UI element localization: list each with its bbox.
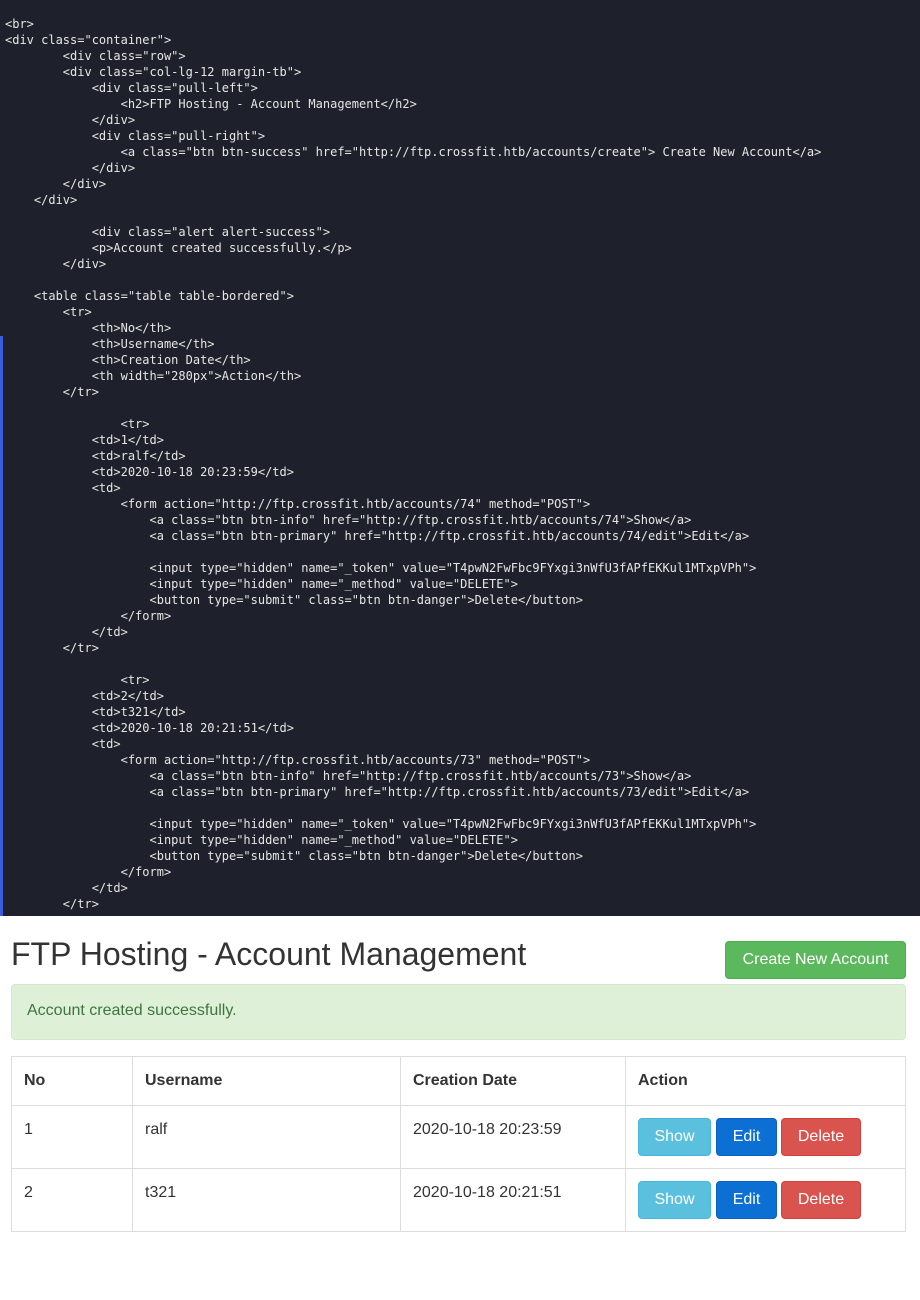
code-scope-indicator bbox=[0, 336, 3, 916]
page-title: FTP Hosting - Account Management bbox=[11, 936, 527, 972]
code-line: <button type="submit" class="btn btn-dan… bbox=[5, 593, 583, 607]
edit-button[interactable]: Edit bbox=[716, 1181, 777, 1219]
code-line: <div class="alert alert-success"> bbox=[5, 225, 331, 239]
code-line: </div> bbox=[5, 257, 107, 271]
code-line: <td>2020-10-18 20:23:59</td> bbox=[5, 465, 294, 479]
delete-button[interactable]: Delete bbox=[781, 1118, 861, 1156]
row-creation-date: 2020-10-18 20:21:51 bbox=[413, 1184, 562, 1201]
table-header-row: No Username Creation Date Action bbox=[12, 1057, 905, 1105]
row-username: ralf bbox=[145, 1121, 168, 1138]
code-line: <th>No</th> bbox=[5, 321, 172, 335]
code-line: <form action="http://ftp.crossfit.htb/ac… bbox=[5, 753, 591, 767]
code-line: <th>Creation Date</th> bbox=[5, 353, 251, 367]
code-line: <h2>FTP Hosting - Account Management</h2… bbox=[5, 97, 417, 111]
code-line: <th>Username</th> bbox=[5, 337, 215, 351]
code-line: <a class="btn btn-info" href="http://ftp… bbox=[5, 513, 692, 527]
delete-button[interactable]: Delete bbox=[781, 1181, 861, 1219]
edit-button[interactable]: Edit bbox=[716, 1118, 777, 1156]
code-line: <div class="pull-right"> bbox=[5, 129, 266, 143]
code-line: <div class="container"> bbox=[5, 33, 172, 47]
row-no: 1 bbox=[24, 1121, 33, 1138]
code-line: <td>1</td> bbox=[5, 433, 164, 447]
code-line: </form> bbox=[5, 609, 172, 623]
code-line: <button type="submit" class="btn btn-dan… bbox=[5, 849, 583, 863]
source-code: <br> <div class="container"> <div class="… bbox=[5, 16, 821, 912]
row-creation-date: 2020-10-18 20:23:59 bbox=[413, 1121, 562, 1138]
code-line: </div> bbox=[5, 161, 136, 175]
code-line: <input type="hidden" name="_token" value… bbox=[5, 561, 757, 575]
code-line: <a class="btn btn-primary" href="http://… bbox=[5, 529, 750, 543]
table-row: 2 t321 2020-10-18 20:21:51 Show Edit Del… bbox=[12, 1169, 905, 1231]
code-line: <a class="btn btn-success" href="http://… bbox=[5, 145, 822, 159]
code-line: <div class="pull-left"> bbox=[5, 81, 258, 95]
code-line: <br> bbox=[5, 17, 34, 31]
code-line: </td> bbox=[5, 625, 128, 639]
show-button[interactable]: Show bbox=[638, 1118, 711, 1156]
code-line: <div class="col-lg-12 margin-tb"> bbox=[5, 65, 302, 79]
code-line: </tr> bbox=[5, 385, 99, 399]
row-username: t321 bbox=[145, 1184, 177, 1201]
code-line: </td> bbox=[5, 881, 128, 895]
row-no: 2 bbox=[24, 1184, 33, 1201]
header-creation-date: Creation Date bbox=[413, 1072, 518, 1089]
header-action: Action bbox=[638, 1072, 688, 1089]
alert-message: Account created successfully. bbox=[27, 1002, 237, 1019]
table-row: 1 ralf 2020-10-18 20:23:59 Show Edit Del… bbox=[12, 1106, 905, 1168]
success-alert: Account created successfully. bbox=[11, 984, 906, 1040]
code-line: <a class="btn btn-primary" href="http://… bbox=[5, 785, 750, 799]
create-new-account-button[interactable]: Create New Account bbox=[725, 941, 906, 979]
code-line: </div> bbox=[5, 177, 107, 191]
code-line: <td>ralf</td> bbox=[5, 449, 186, 463]
code-line: <form action="http://ftp.crossfit.htb/ac… bbox=[5, 497, 591, 511]
code-line: <input type="hidden" name="_method" valu… bbox=[5, 833, 518, 847]
code-line: <a class="btn btn-info" href="http://ftp… bbox=[5, 769, 692, 783]
source-code-view: <br> <div class="container"> <div class="… bbox=[0, 0, 920, 916]
code-line: <table class="table table-bordered"> bbox=[5, 289, 294, 303]
show-button[interactable]: Show bbox=[638, 1181, 711, 1219]
code-line: <td> bbox=[5, 481, 121, 495]
code-line: </div> bbox=[5, 193, 78, 207]
code-line: <tr> bbox=[5, 673, 150, 687]
code-line: <tr> bbox=[5, 305, 92, 319]
code-line: <td> bbox=[5, 737, 121, 751]
code-line: <td>2</td> bbox=[5, 689, 164, 703]
code-line: <div class="row"> bbox=[5, 49, 186, 63]
header-no: No bbox=[24, 1072, 46, 1089]
code-line: <input type="hidden" name="_token" value… bbox=[5, 817, 757, 831]
code-line: </form> bbox=[5, 865, 172, 879]
header-username: Username bbox=[145, 1072, 223, 1089]
code-line: <input type="hidden" name="_method" valu… bbox=[5, 577, 518, 591]
code-line: <th width="280px">Action</th> bbox=[5, 369, 302, 383]
code-line: </tr> bbox=[5, 897, 99, 911]
code-line: <tr> bbox=[5, 417, 150, 431]
accounts-table: No Username Creation Date Action 1 ralf … bbox=[11, 1056, 906, 1232]
code-line: <td>2020-10-18 20:21:51</td> bbox=[5, 721, 294, 735]
code-line: </tr> bbox=[5, 641, 99, 655]
code-line: </div> bbox=[5, 113, 136, 127]
code-line: <td>t321</td> bbox=[5, 705, 186, 719]
code-line: <p>Account created successfully.</p> bbox=[5, 241, 352, 255]
